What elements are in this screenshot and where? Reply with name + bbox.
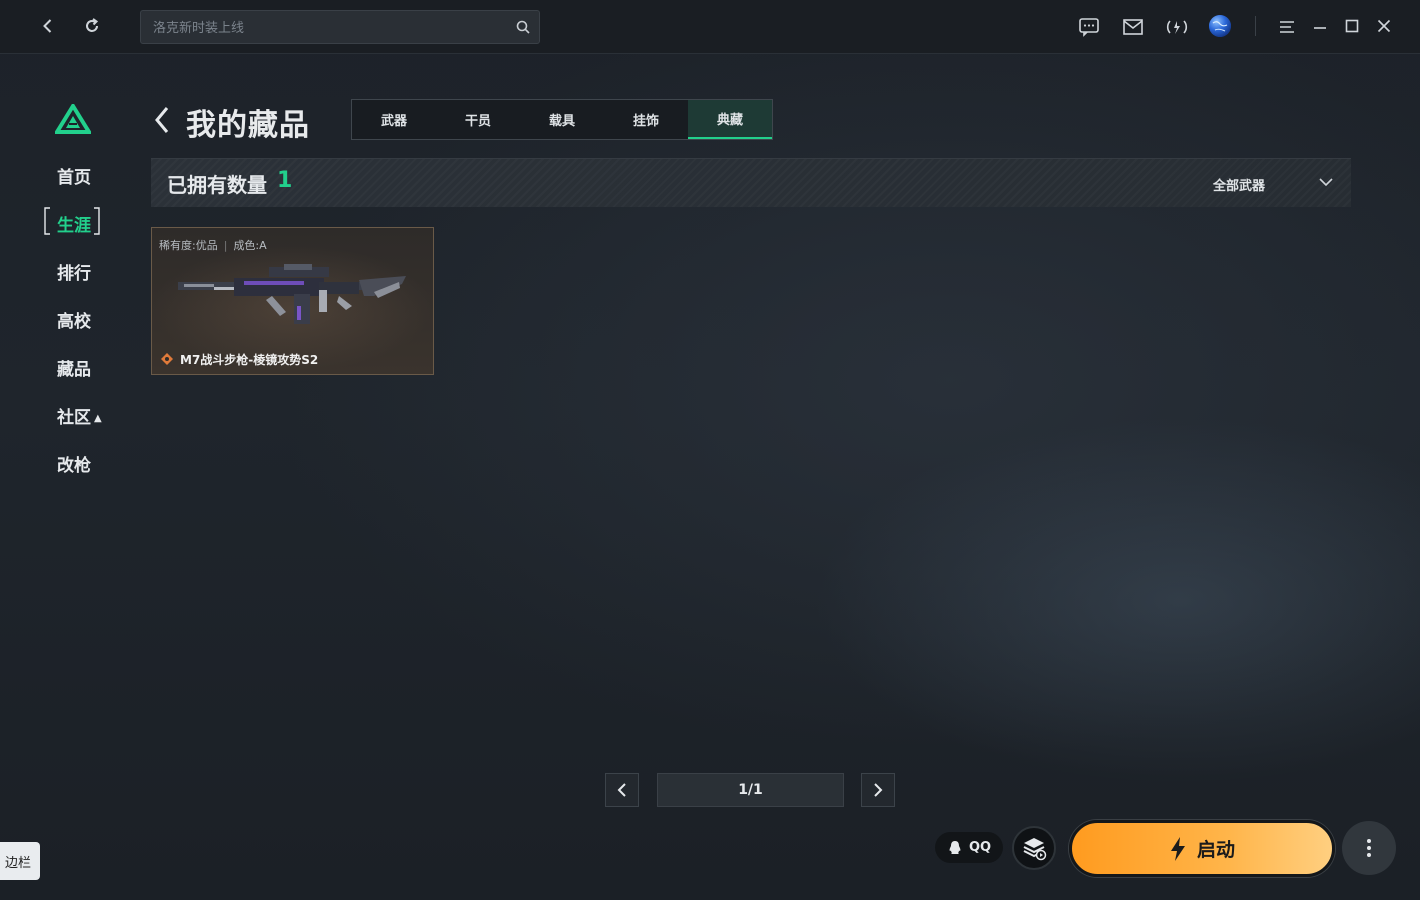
maximize-button[interactable] bbox=[1340, 14, 1364, 38]
tab-operators[interactable]: 干员 bbox=[436, 100, 520, 139]
chat-button[interactable] bbox=[1077, 15, 1101, 39]
qq-login-button[interactable]: QQ bbox=[935, 832, 1003, 863]
launch-label: 启动 bbox=[1196, 839, 1235, 861]
close-icon bbox=[1377, 19, 1391, 33]
menu-icon bbox=[1280, 21, 1294, 33]
title-bar bbox=[0, 0, 1420, 54]
sidebar-item-gunsmith[interactable]: 改枪 bbox=[57, 451, 91, 476]
mail-icon bbox=[1123, 19, 1143, 35]
sidebar-item-collection[interactable]: 藏品 bbox=[57, 355, 91, 380]
minimize-button[interactable] bbox=[1308, 15, 1332, 39]
minimize-icon bbox=[1314, 27, 1326, 29]
item-name: M7战斗步枪-棱镜攻势S2 bbox=[180, 353, 319, 367]
qq-label: QQ bbox=[968, 840, 992, 855]
rarity-diamond-icon bbox=[161, 353, 173, 365]
sidebar-item-ranking[interactable]: 排行 bbox=[57, 259, 91, 284]
search-box bbox=[140, 10, 540, 45]
item-meta: 稀有度:优品 | 成色:A bbox=[159, 239, 267, 252]
sidebar-item-career[interactable]: 生涯 bbox=[57, 211, 91, 236]
more-vertical-icon bbox=[1367, 839, 1371, 857]
sidebar-item-community[interactable]: 社区 ▲ bbox=[57, 403, 102, 428]
user-avatar[interactable] bbox=[1208, 14, 1232, 38]
qq-penguin-icon bbox=[949, 840, 961, 854]
refresh-icon bbox=[86, 18, 99, 32]
tab-weapons[interactable]: 武器 bbox=[352, 100, 436, 139]
page-back-icon[interactable] bbox=[152, 104, 172, 136]
owned-count-label: 已拥有数量 bbox=[167, 173, 267, 197]
refresh-button[interactable] bbox=[79, 13, 105, 39]
chevron-left-icon bbox=[617, 783, 626, 797]
category-tabs: 武器 干员 载具 挂饰 典藏 bbox=[351, 99, 773, 140]
layers-icon bbox=[1023, 838, 1047, 861]
item-grade: 成色:A bbox=[233, 239, 267, 252]
back-button[interactable] bbox=[35, 13, 61, 39]
search-input[interactable] bbox=[151, 11, 505, 45]
avatar-globe-icon bbox=[1209, 15, 1231, 37]
game-layers-button[interactable] bbox=[1012, 826, 1056, 870]
signal-button[interactable] bbox=[1165, 15, 1189, 39]
owned-count-banner: 已拥有数量 1 全部武器 bbox=[151, 158, 1351, 207]
maximize-icon bbox=[1345, 19, 1359, 33]
menu-button[interactable] bbox=[1275, 15, 1299, 39]
page-title: 我的藏品 bbox=[186, 108, 310, 143]
sidebar-item-home[interactable]: 首页 bbox=[57, 163, 91, 188]
back-icon bbox=[43, 19, 52, 33]
owned-count-value: 1 bbox=[277, 168, 293, 193]
tab-charms[interactable]: 挂饰 bbox=[604, 100, 688, 139]
chevron-down-icon[interactable] bbox=[1317, 173, 1335, 191]
item-rarity: 稀有度:优品 bbox=[159, 239, 218, 252]
chevron-up-icon: ▲ bbox=[94, 413, 102, 424]
rifle-image bbox=[178, 264, 406, 324]
app-logo[interactable] bbox=[55, 104, 91, 134]
lightning-icon bbox=[1170, 836, 1185, 861]
tab-vehicles[interactable]: 载具 bbox=[520, 100, 604, 139]
tab-collector[interactable]: 典藏 bbox=[688, 100, 772, 139]
close-button[interactable] bbox=[1372, 14, 1396, 38]
launch-button[interactable]: 启动 bbox=[1069, 820, 1335, 877]
more-options-button[interactable] bbox=[1342, 821, 1396, 875]
sidebar-item-community-label: 社区 bbox=[57, 408, 91, 428]
page-indicator: 1/1 bbox=[657, 773, 844, 807]
prev-page-button[interactable] bbox=[605, 773, 639, 807]
mail-button[interactable] bbox=[1121, 15, 1145, 39]
collection-item-card[interactable]: 稀有度:优品 | 成色:A M7战斗步枪-棱镜攻势S2 bbox=[151, 227, 434, 375]
sidebar-toggle-tab[interactable]: 边栏 bbox=[0, 842, 40, 880]
chevron-right-icon bbox=[874, 783, 883, 797]
next-page-button[interactable] bbox=[861, 773, 895, 807]
signal-icon bbox=[1166, 20, 1188, 34]
weapon-filter-dropdown[interactable]: 全部武器 bbox=[1213, 175, 1265, 194]
chat-icon bbox=[1079, 18, 1099, 37]
search-icon[interactable] bbox=[515, 19, 531, 35]
sidebar-item-college[interactable]: 高校 bbox=[57, 307, 91, 332]
toolbar-divider bbox=[1255, 16, 1256, 36]
